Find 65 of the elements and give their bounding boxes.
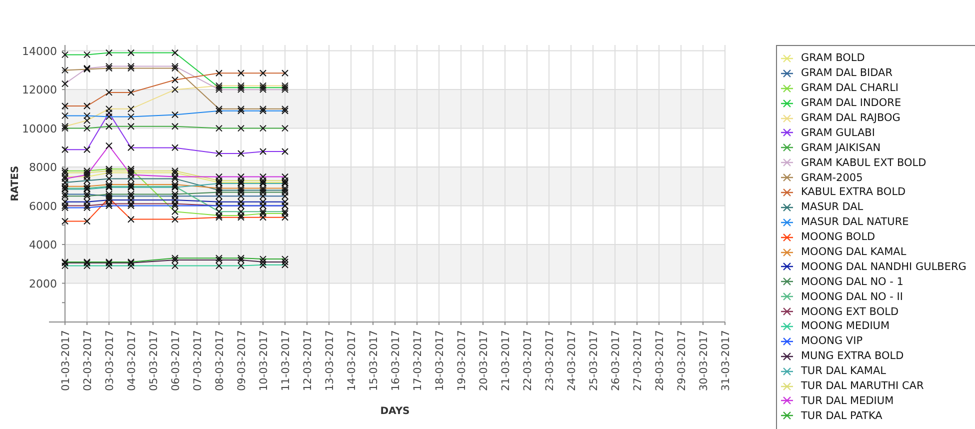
- x-tick-label: 29-03-2017: [676, 330, 688, 392]
- x-tick-label: 01-03-2017: [60, 330, 72, 392]
- legend-label: GRAM DAL INDORE: [801, 97, 902, 110]
- x-tick-label: 05-03-2017: [148, 330, 160, 392]
- legend-label: GRAM-2005: [801, 172, 863, 184]
- legend-label: GRAM KABUL EXT BOLD: [801, 156, 926, 169]
- y-tick-label: 14000: [22, 44, 57, 58]
- x-tick-label: 23-03-2017: [544, 330, 556, 392]
- y-tick-label: 12000: [22, 84, 57, 97]
- x-tick-label: 15-03-2017: [368, 330, 380, 392]
- legend-label: GRAM DAL RAJBOG: [801, 112, 900, 124]
- x-tick-label: 17-03-2017: [412, 330, 424, 392]
- y-tick-label: 2000: [29, 277, 57, 290]
- x-tick-label: 11-03-2017: [280, 330, 292, 392]
- legend-label: MUNG EXTRA BOLD: [801, 350, 904, 362]
- x-tick-label: 20-03-2017: [478, 330, 490, 392]
- x-tick-label: 16-03-2017: [390, 330, 402, 392]
- x-tick-label: 31-03-2017: [720, 330, 732, 392]
- x-tick-label: 13-03-2017: [324, 330, 336, 392]
- y-tick-label: 8000: [29, 161, 57, 174]
- legend-label: TUR DAL KAMAL: [801, 365, 886, 378]
- legend-label: TUR DAL MEDIUM: [801, 394, 894, 407]
- x-tick-label: 30-03-2017: [698, 330, 710, 392]
- x-tick-label: 06-03-2017: [170, 330, 182, 392]
- x-axis-title: DAYS: [380, 406, 410, 417]
- legend-label: GRAM GULABI: [801, 126, 875, 139]
- legend-label: MOONG VIP: [801, 335, 863, 348]
- y-tick-label: 6000: [29, 200, 57, 213]
- legend-label: GRAM DAL CHARLI: [801, 82, 899, 94]
- legend-label: TUR DAL MARUTHI CAR: [801, 380, 924, 392]
- x-tick-label: 26-03-2017: [610, 330, 622, 392]
- y-tick-label: 4000: [29, 238, 57, 252]
- y-tick-label: 10000: [22, 122, 57, 136]
- x-tick-label: 28-03-2017: [654, 330, 666, 392]
- legend-label: MOONG BOLD: [801, 231, 876, 244]
- y-axis-title: RATES: [10, 166, 21, 202]
- x-tick-label: 10-03-2017: [258, 330, 270, 392]
- x-tick-label: 07-03-2017: [192, 330, 204, 392]
- legend-label: MOONG DAL NANDHI GULBERG: [801, 260, 966, 273]
- legend-label: MOONG EXT BOLD: [801, 306, 899, 318]
- legend-label: GRAM DAL BIDAR: [801, 67, 893, 80]
- x-tick-label: 08-03-2017: [214, 330, 226, 392]
- x-tick-label: 14-03-2017: [346, 330, 358, 392]
- legend-label: MOONG MEDIUM: [801, 320, 890, 332]
- x-tick-label: 21-03-2017: [500, 330, 512, 392]
- x-tick-label: 22-03-2017: [522, 330, 534, 392]
- legend-label: MASUR DAL NATURE: [801, 216, 909, 228]
- x-tick-label: 19-03-2017: [456, 330, 468, 392]
- x-tick-label: 02-03-2017: [82, 330, 94, 392]
- legend-label: MOONG DAL NO - 1: [801, 276, 904, 288]
- legend-label: GRAM BOLD: [801, 52, 865, 64]
- x-tick-label: 27-03-2017: [632, 330, 644, 392]
- legend-label: GRAM JAIKISAN: [801, 142, 881, 154]
- x-tick-label: 25-03-2017: [588, 330, 600, 392]
- legend-label: TUR DAL PATKA: [801, 410, 882, 422]
- x-tick-label: 12-03-2017: [302, 330, 314, 392]
- x-tick-label: 24-03-2017: [566, 330, 578, 392]
- x-tick-label: 03-03-2017: [104, 330, 116, 392]
- legend-label: MOONG DAL NO - II: [801, 290, 903, 303]
- legend-label: KABUL EXTRA BOLD: [801, 186, 906, 198]
- x-tick-label: 09-03-2017: [236, 330, 248, 392]
- legend-label: MASUR DAL: [801, 201, 864, 214]
- x-tick-label: 18-03-2017: [434, 330, 446, 392]
- x-tick-label: 04-03-2017: [126, 330, 138, 392]
- legend-label: MOONG DAL KAMAL: [801, 246, 906, 258]
